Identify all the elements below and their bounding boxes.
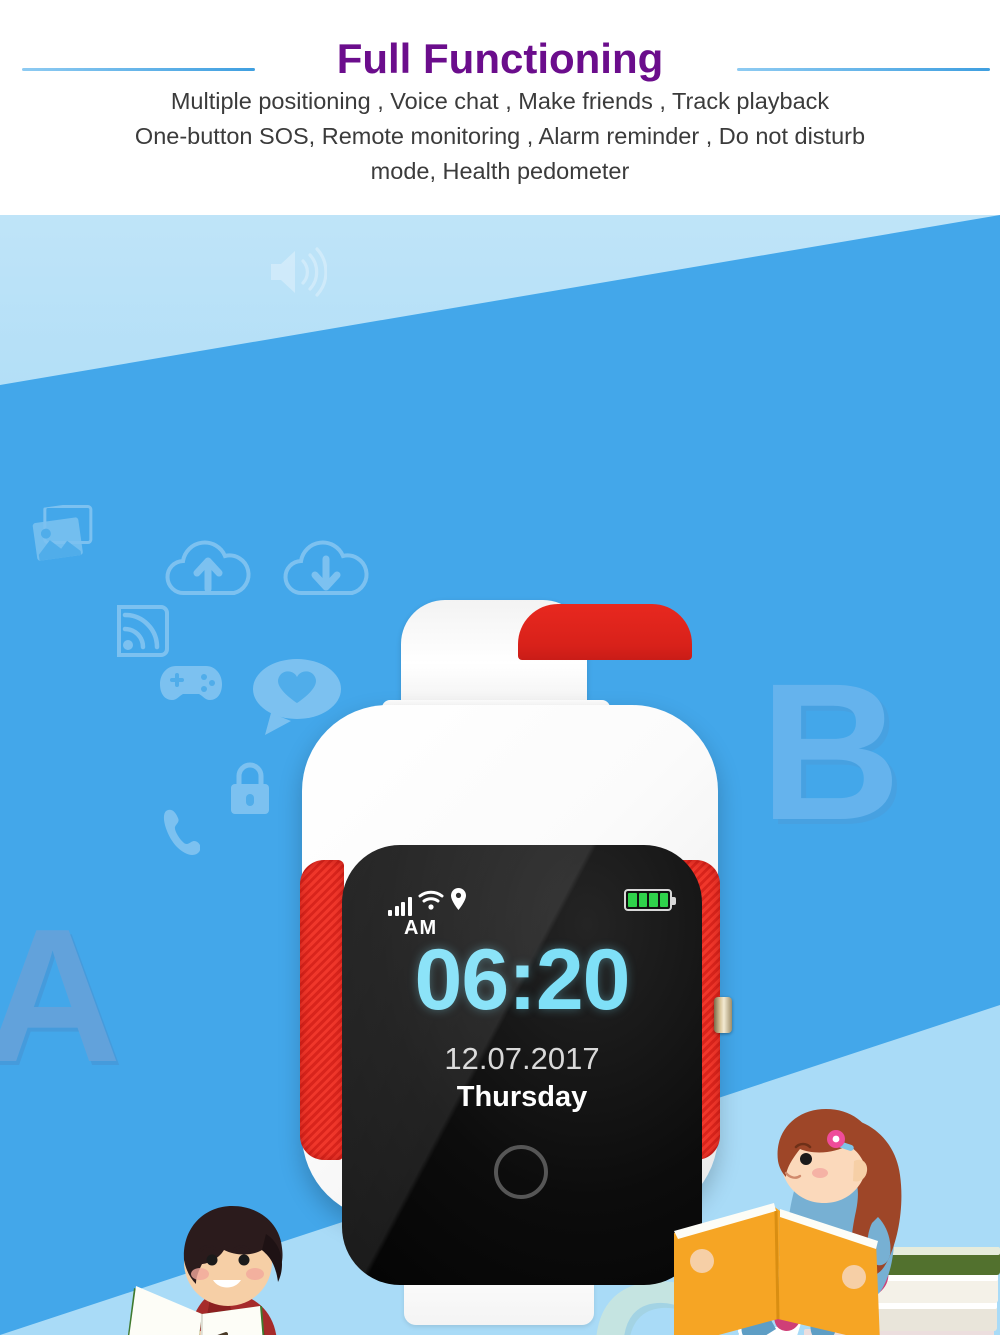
phone-icon bbox=[160, 805, 200, 859]
title-row: Full Functioning bbox=[0, 18, 1000, 82]
lock-icon bbox=[228, 760, 272, 816]
watch-case: AM 06:20 12.07.2017 Thursday bbox=[300, 705, 732, 1285]
wifi-icon bbox=[418, 890, 444, 916]
watch-time: 06:20 bbox=[414, 932, 631, 1028]
watch-weekday: Thursday bbox=[456, 1081, 588, 1113]
watch-status-bar bbox=[388, 887, 676, 917]
product-banner: Full Functioning Multiple positioning , … bbox=[0, 0, 1000, 1335]
feature-line-2: One-button SOS, Remote monitoring , Alar… bbox=[134, 123, 866, 149]
gamepad-icon bbox=[160, 662, 222, 702]
decorative-letter-a: A bbox=[0, 890, 122, 1102]
hero-section: A B C bbox=[0, 215, 1000, 1335]
diagonal-band-top bbox=[0, 215, 1000, 385]
watch-date: 12.07.2017 bbox=[444, 1041, 600, 1076]
watch-screen[interactable]: AM 06:20 12.07.2017 Thursday bbox=[342, 845, 702, 1285]
cloud-upload-icon bbox=[160, 535, 256, 601]
feature-line-3: mode, Health pedometer bbox=[370, 158, 630, 184]
page-title: Full Functioning bbox=[336, 35, 664, 82]
header-section: Full Functioning Multiple positioning , … bbox=[0, 0, 1000, 215]
cloud-download-icon bbox=[278, 535, 374, 601]
watch-side-button[interactable] bbox=[714, 997, 732, 1033]
battery-full-icon bbox=[624, 889, 676, 911]
location-pin-icon bbox=[450, 887, 467, 916]
feature-list: Multiple positioning , Voice chat , Make… bbox=[0, 84, 1000, 189]
rss-icon bbox=[115, 605, 169, 657]
photos-icon bbox=[28, 501, 101, 566]
watch-strap-top-accent bbox=[518, 604, 692, 660]
signal-bars-icon bbox=[388, 896, 412, 916]
home-button-icon[interactable] bbox=[494, 1145, 548, 1199]
watch-strap-top bbox=[401, 600, 692, 715]
smartwatch-product-image: AM 06:20 12.07.2017 Thursday bbox=[290, 600, 732, 1325]
feature-line-1: Multiple positioning , Voice chat , Make… bbox=[170, 88, 830, 114]
decorative-letter-b: B bbox=[760, 643, 901, 861]
watch-side-panel-left bbox=[300, 860, 344, 1160]
